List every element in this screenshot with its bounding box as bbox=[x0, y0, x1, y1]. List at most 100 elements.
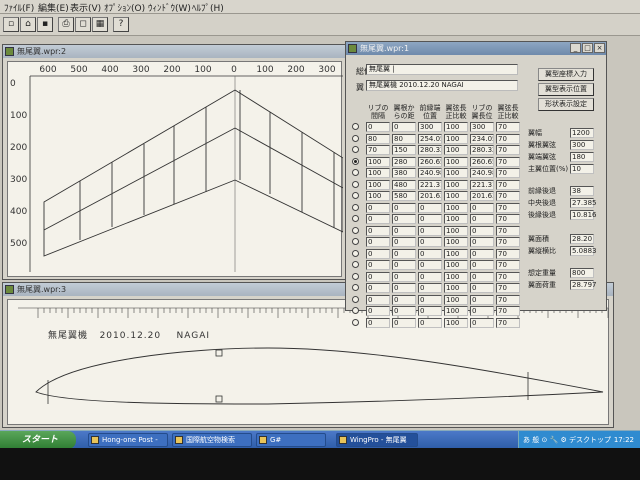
rib-cell[interactable]: 80 bbox=[366, 133, 390, 144]
rib-cell[interactable]: 0 bbox=[392, 260, 416, 270]
rib-cell[interactable]: 0 bbox=[470, 202, 494, 213]
param-value[interactable]: 10 bbox=[570, 164, 594, 174]
tray-icons[interactable]: あ 般 ⊙ 🔧 ⚙ デスクトップ bbox=[523, 431, 611, 449]
menu-options[interactable]: ｵﾌﾟｼｮﾝ(O) bbox=[104, 1, 145, 14]
rib-cell[interactable]: 240.98 bbox=[470, 168, 494, 178]
rib-cell[interactable]: 0 bbox=[392, 214, 416, 224]
rib-cell[interactable]: 0 bbox=[392, 237, 416, 247]
rib-cell[interactable]: 0 bbox=[366, 237, 390, 247]
rib-cell[interactable]: 0 bbox=[392, 225, 416, 236]
rib-cell[interactable]: 80 bbox=[392, 133, 416, 144]
rib-cell[interactable]: 0 bbox=[392, 306, 416, 316]
rib-select-radio[interactable] bbox=[352, 284, 359, 291]
rib-cell[interactable]: 0 bbox=[366, 306, 390, 316]
rib-cell[interactable]: 100 bbox=[444, 237, 468, 247]
rib-cell[interactable]: 0 bbox=[366, 225, 390, 236]
rib-select-radio[interactable] bbox=[352, 157, 359, 165]
minimize-button[interactable]: _ bbox=[570, 43, 581, 53]
grid-icon[interactable]: ▦ bbox=[92, 17, 108, 32]
rib-cell[interactable]: 70 bbox=[496, 306, 520, 316]
task-mail[interactable]: Hong-one Post - bbox=[88, 433, 168, 447]
rib-cell[interactable]: 0 bbox=[470, 283, 494, 293]
rib-select-radio[interactable] bbox=[352, 272, 359, 280]
rib-cell[interactable]: 0 bbox=[366, 317, 390, 328]
rib-cell[interactable]: 0 bbox=[418, 214, 442, 224]
rib-cell[interactable]: 100 bbox=[444, 179, 468, 190]
rib-cell[interactable]: 0 bbox=[418, 317, 442, 328]
rib-cell[interactable]: 100 bbox=[444, 294, 468, 305]
rib-cell[interactable]: 100 bbox=[444, 214, 468, 224]
print-icon[interactable]: ⎙ bbox=[58, 17, 74, 32]
rib-cell[interactable]: 100 bbox=[366, 179, 390, 190]
wing-name-field[interactable]: 無尾翼機 2010.12.20 NAGAI bbox=[366, 80, 518, 91]
param-value[interactable]: 180 bbox=[570, 152, 594, 162]
rib-cell[interactable]: 280.32 bbox=[418, 145, 442, 155]
rib-cell[interactable]: 0 bbox=[418, 202, 442, 213]
help-icon[interactable]: ? bbox=[113, 17, 129, 32]
rib-select-radio[interactable] bbox=[352, 261, 359, 268]
rib-cell[interactable]: 0 bbox=[392, 283, 416, 293]
new-file-icon[interactable]: ▫ bbox=[3, 17, 19, 32]
rib-cell[interactable]: 0 bbox=[366, 283, 390, 293]
param-value[interactable]: 5.0883 bbox=[570, 246, 597, 256]
rib-cell[interactable]: 70 bbox=[496, 191, 520, 201]
rib-cell[interactable]: 0 bbox=[470, 271, 494, 282]
rib-cell[interactable]: 0 bbox=[418, 271, 442, 282]
rib-cell[interactable]: 0 bbox=[470, 248, 494, 259]
task-wingpro[interactable]: WingPro - 無尾翼 bbox=[336, 433, 418, 447]
rib-cell[interactable]: 480 bbox=[392, 179, 416, 190]
rib-cell[interactable]: 260.65 bbox=[470, 156, 494, 167]
rib-cell[interactable]: 70 bbox=[496, 145, 520, 155]
rib-cell[interactable]: 221.31 bbox=[418, 179, 442, 190]
rib-cell[interactable]: 100 bbox=[444, 283, 468, 293]
rib-cell[interactable]: 300 bbox=[418, 122, 442, 132]
rib-cell[interactable]: 70 bbox=[496, 271, 520, 282]
rib-cell[interactable]: 0 bbox=[392, 317, 416, 328]
param-value[interactable]: 27.385 bbox=[570, 198, 597, 208]
menu-view[interactable]: 表示(V) bbox=[70, 1, 101, 14]
rib-cell[interactable]: 0 bbox=[366, 294, 390, 305]
rib-cell[interactable]: 580 bbox=[392, 191, 416, 201]
rib-select-radio[interactable] bbox=[352, 123, 359, 130]
rib-cell[interactable]: 70 bbox=[496, 122, 520, 132]
rib-select-radio[interactable] bbox=[352, 180, 359, 188]
rib-cell[interactable]: 234.05 bbox=[470, 133, 494, 144]
task-browser[interactable]: 国際航空物検索 bbox=[172, 433, 252, 447]
rib-cell[interactable]: 240.98 bbox=[418, 168, 442, 178]
task-folder[interactable]: G# bbox=[256, 433, 326, 447]
rib-cell[interactable]: 70 bbox=[496, 202, 520, 213]
rib-cell[interactable]: 70 bbox=[496, 133, 520, 144]
airfoil-display-button[interactable]: 翼型表示位置 bbox=[538, 83, 594, 96]
rib-cell[interactable]: 0 bbox=[470, 306, 494, 316]
rib-select-radio[interactable] bbox=[352, 295, 359, 303]
param-value[interactable]: 28.20 bbox=[570, 234, 594, 244]
body-name-field[interactable]: 無尾翼 | bbox=[366, 64, 518, 75]
rib-cell[interactable]: 0 bbox=[418, 237, 442, 247]
rib-cell[interactable]: 0 bbox=[366, 202, 390, 213]
rib-cell[interactable]: 100 bbox=[366, 156, 390, 167]
rib-cell[interactable]: 70 bbox=[496, 237, 520, 247]
rib-cell[interactable]: 100 bbox=[444, 202, 468, 213]
rib-cell[interactable]: 70 bbox=[496, 317, 520, 328]
rib-cell[interactable]: 280.32 bbox=[470, 145, 494, 155]
rib-cell[interactable]: 0 bbox=[470, 260, 494, 270]
rib-select-radio[interactable] bbox=[352, 169, 359, 176]
rib-cell[interactable]: 70 bbox=[496, 260, 520, 270]
param-value[interactable]: 28.797 bbox=[570, 280, 597, 290]
rib-cell[interactable]: 70 bbox=[496, 156, 520, 167]
rib-cell[interactable]: 70 bbox=[496, 283, 520, 293]
properties-window[interactable]: 無尾翼.wpr:1 _ □ × 総体 無尾翼 | 翼 無尾翼機 2010.12.… bbox=[345, 41, 607, 328]
rib-cell[interactable]: 0 bbox=[470, 294, 494, 305]
rib-cell[interactable]: 70 bbox=[496, 168, 520, 178]
rib-cell[interactable]: 70 bbox=[496, 248, 520, 259]
rib-cell[interactable]: 0 bbox=[470, 214, 494, 224]
rib-cell[interactable]: 0 bbox=[392, 122, 416, 132]
rib-cell[interactable]: 0 bbox=[366, 122, 390, 132]
rib-cell[interactable]: 280 bbox=[392, 156, 416, 167]
rib-cell[interactable]: 201.63 bbox=[470, 191, 494, 201]
menu-edit[interactable]: 編集(E) bbox=[38, 1, 69, 14]
param-value[interactable]: 38 bbox=[570, 186, 594, 196]
rib-cell[interactable]: 0 bbox=[418, 260, 442, 270]
rib-cell[interactable]: 380 bbox=[392, 168, 416, 178]
rib-cell[interactable]: 0 bbox=[392, 294, 416, 305]
